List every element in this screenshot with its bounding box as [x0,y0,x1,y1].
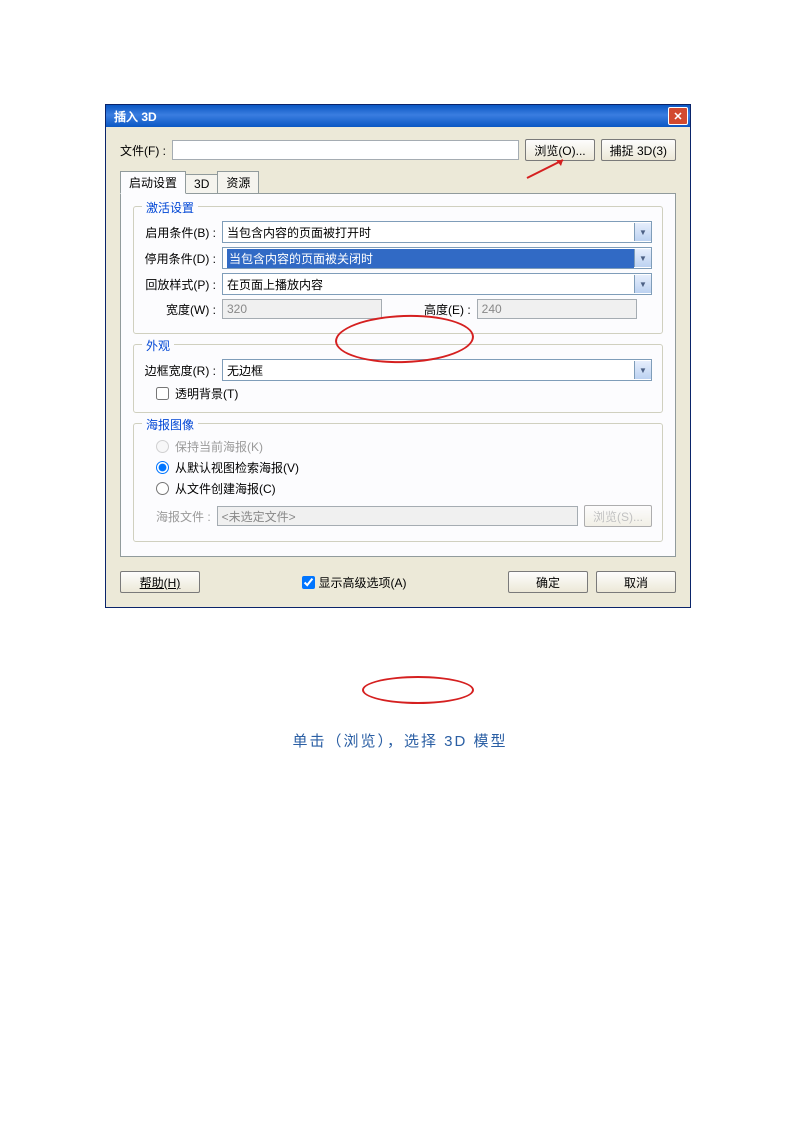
tab-strip: 启动设置 3D 资源 [120,173,676,193]
advanced-label: 显示高级选项(A) [319,574,407,591]
activation-group-title: 激活设置 [142,199,198,216]
poster-browse-button: 浏览(S)... [584,505,652,527]
help-button[interactable]: 帮助(H) [120,571,200,593]
tab-startup[interactable]: 启动设置 [120,171,186,194]
advanced-checkbox[interactable] [302,576,315,589]
caption-text: 单击（浏览），选择 3D 模型 [0,730,800,751]
enable-label: 启用条件(B) : [144,224,216,241]
appearance-group: 外观 边框宽度(R) : 无边框 ▼ 透明背景(T) [133,344,663,413]
default-poster-label: 从默认视图检索海报(V) [175,459,299,476]
tab-3d[interactable]: 3D [185,174,218,193]
file-poster-label: 从文件创建海报(C) [175,480,276,497]
transparent-label: 透明背景(T) [175,385,238,402]
chevron-down-icon: ▼ [634,275,651,293]
dialog-body: 文件(F) : 浏览(O)... 捕捉 3D(3) 启动设置 3D 资源 激活设… [106,127,690,607]
dialog-window: 插入 3D ✕ 文件(F) : 浏览(O)... 捕捉 3D(3) 启动设置 3… [105,104,691,608]
poster-group: 海报图像 保持当前海报(K) 从默认视图检索海报(V) 从文件创建海报(C) [133,423,663,542]
default-poster-radio[interactable] [156,461,169,474]
border-select[interactable]: 无边框 ▼ [222,359,652,381]
enable-select[interactable]: 当包含内容的页面被打开时 ▼ [222,221,652,243]
border-label: 边框宽度(R) : [144,362,216,379]
playback-label: 回放样式(P) : [144,276,216,293]
activation-group: 激活设置 启用条件(B) : 当包含内容的页面被打开时 ▼ 停用条件(D) : … [133,206,663,334]
height-label: 高度(E) : [424,301,471,318]
chevron-down-icon: ▼ [634,361,651,379]
file-input[interactable] [172,140,519,160]
tab-resources[interactable]: 资源 [217,171,259,193]
width-input: 320 [222,299,382,319]
poster-file-label: 海报文件 : [156,508,211,525]
width-label: 宽度(W) : [144,301,216,318]
annotation-oval-icon [362,676,474,704]
playback-select[interactable]: 在页面上播放内容 ▼ [222,273,652,295]
keep-poster-label: 保持当前海报(K) [175,438,263,455]
chevron-down-icon: ▼ [634,223,651,241]
file-label: 文件(F) : [120,142,166,159]
poster-file-input: <未选定文件> [217,506,578,526]
file-poster-radio[interactable] [156,482,169,495]
cancel-button[interactable]: 取消 [596,571,676,593]
poster-group-title: 海报图像 [142,416,198,433]
tab-panel: 激活设置 启用条件(B) : 当包含内容的页面被打开时 ▼ 停用条件(D) : … [120,193,676,557]
appearance-group-title: 外观 [142,337,174,354]
titlebar: 插入 3D ✕ [106,105,690,127]
height-input: 240 [477,299,637,319]
keep-poster-radio [156,440,169,453]
browse-button[interactable]: 浏览(O)... [525,139,594,161]
chevron-down-icon: ▼ [634,249,651,267]
ok-button[interactable]: 确定 [508,571,588,593]
dialog-title: 插入 3D [114,108,668,125]
capture-3d-button[interactable]: 捕捉 3D(3) [601,139,676,161]
dialog-footer: 帮助(H) 显示高级选项(A) 确定 取消 [120,571,676,593]
close-icon[interactable]: ✕ [668,107,688,125]
disable-select[interactable]: 当包含内容的页面被关闭时 ▼ [222,247,652,269]
file-row: 文件(F) : 浏览(O)... 捕捉 3D(3) [120,139,676,161]
disable-label: 停用条件(D) : [144,250,216,267]
transparent-checkbox[interactable] [156,387,169,400]
